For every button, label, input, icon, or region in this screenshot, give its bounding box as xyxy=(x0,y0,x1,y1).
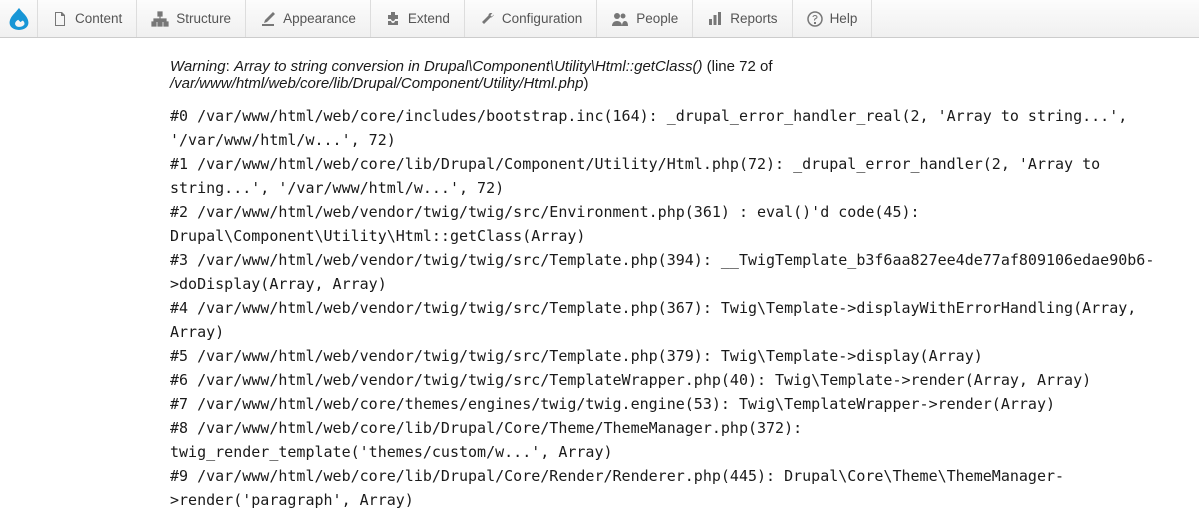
admin-toolbar: Content Structure Appearance Extend Conf… xyxy=(0,0,1199,38)
content-icon xyxy=(52,11,68,27)
toolbar-item-extend[interactable]: Extend xyxy=(371,0,465,37)
warning-close: ) xyxy=(583,75,588,92)
warning-line-label: (line xyxy=(707,58,735,75)
toolbar-label: Structure xyxy=(176,11,231,26)
toolbar-item-configuration[interactable]: Configuration xyxy=(465,0,597,37)
stack-trace: #0 /var/www/html/web/core/includes/boots… xyxy=(170,104,1189,512)
structure-icon xyxy=(151,11,169,27)
toolbar-item-people[interactable]: People xyxy=(597,0,693,37)
toolbar-item-help[interactable]: Help xyxy=(793,0,873,37)
toolbar-label: Configuration xyxy=(502,11,582,26)
toolbar-label: Content xyxy=(75,11,122,26)
toolbar-label: People xyxy=(636,11,678,26)
toolbar-item-reports[interactable]: Reports xyxy=(693,0,792,37)
configuration-icon xyxy=(479,11,495,27)
warning-message: Array to string conversion in xyxy=(234,58,420,75)
warning-line-number: 72 xyxy=(739,58,756,75)
toolbar-item-appearance[interactable]: Appearance xyxy=(246,0,371,37)
warning-of: of xyxy=(760,58,773,75)
toolbar-item-structure[interactable]: Structure xyxy=(137,0,246,37)
toolbar-label: Extend xyxy=(408,11,450,26)
toolbar-label: Appearance xyxy=(283,11,356,26)
reports-icon xyxy=(707,11,723,27)
people-icon xyxy=(611,11,629,27)
warning-header: Warning: Array to string conversion in D… xyxy=(170,58,1189,92)
appearance-icon xyxy=(260,11,276,27)
warning-code: Drupal\Component\Utility\Html::getClass(… xyxy=(424,58,702,75)
drupal-logo[interactable] xyxy=(0,0,38,37)
error-content: Warning: Array to string conversion in D… xyxy=(0,38,1199,532)
extend-icon xyxy=(385,11,401,27)
drupal-icon xyxy=(9,8,29,30)
toolbar-label: Reports xyxy=(730,11,777,26)
warning-file: /var/www/html/web/core/lib/Drupal/Compon… xyxy=(170,75,583,92)
toolbar-item-content[interactable]: Content xyxy=(38,0,137,37)
toolbar-label: Help xyxy=(830,11,858,26)
warning-prefix: Warning xyxy=(170,58,226,75)
help-icon xyxy=(807,11,823,27)
